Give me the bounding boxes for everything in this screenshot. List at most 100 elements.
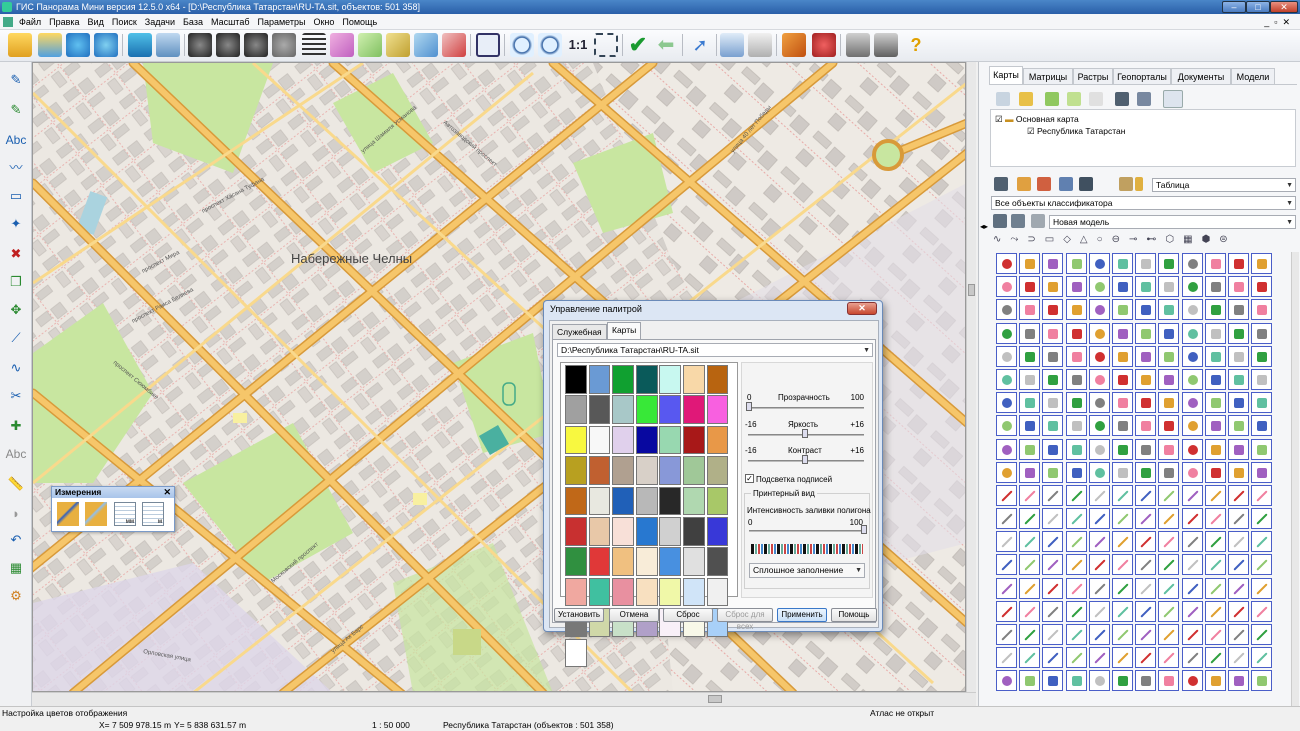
map-list-icon[interactable] (156, 33, 180, 57)
route-pin-icon[interactable] (812, 33, 836, 57)
symbol-cell[interactable] (1227, 276, 1249, 298)
symbol-cell[interactable] (1251, 577, 1273, 599)
symbol-cell[interactable] (996, 577, 1017, 599)
symbol-cell[interactable] (1111, 484, 1133, 506)
symbol-cell[interactable] (996, 438, 1017, 460)
symbol-cell[interactable] (1204, 577, 1226, 599)
symbol-cell[interactable] (1135, 415, 1157, 437)
symbol-cell[interactable] (1227, 299, 1249, 321)
symbol-cell[interactable] (1158, 253, 1180, 274)
symbol-cell[interactable] (996, 345, 1017, 367)
model-icon-2[interactable] (1011, 214, 1025, 228)
symbol-cell[interactable] (1135, 554, 1157, 576)
symbol-cell[interactable] (1065, 253, 1087, 274)
menu-search[interactable]: Поиск (108, 14, 141, 30)
symbol-cell[interactable] (1111, 299, 1133, 321)
symbol-cell[interactable] (1019, 577, 1041, 599)
model-icon-3[interactable] (1031, 214, 1045, 228)
symbol-cell[interactable] (1065, 299, 1087, 321)
symbol-cell[interactable] (1251, 624, 1273, 645)
symbol-cell[interactable] (1135, 461, 1157, 483)
symbol-cell[interactable] (1227, 647, 1249, 669)
symbol-cell[interactable] (1227, 484, 1249, 506)
symbol-cell[interactable] (1088, 670, 1110, 692)
select-object-icon[interactable] (358, 33, 382, 57)
symbol-cell[interactable] (1088, 600, 1110, 622)
back-arrow-icon[interactable]: ⬅ (654, 33, 678, 57)
symbol-cell[interactable] (1019, 345, 1041, 367)
symbol-cell[interactable] (1135, 299, 1157, 321)
symbol-cell[interactable] (1251, 276, 1273, 298)
symbol-cell[interactable] (1227, 600, 1249, 622)
symbol-cell[interactable] (1088, 368, 1110, 390)
rectangle-icon[interactable]: ▭ (3, 184, 29, 208)
symbol-cell[interactable] (1158, 461, 1180, 483)
globe-icon[interactable] (66, 33, 90, 57)
symbol-cell[interactable] (1088, 253, 1110, 274)
symbol-cell[interactable] (1111, 624, 1133, 645)
menu-edit[interactable]: Правка (45, 14, 83, 30)
palette-swatch[interactable] (706, 365, 729, 394)
symbol-cell[interactable] (1251, 461, 1273, 483)
pen-icon[interactable]: ✎ (3, 68, 29, 92)
tab-maps[interactable]: Карты (989, 66, 1023, 84)
panel-collapse-arrow[interactable]: ◂▸ (980, 222, 988, 231)
symbol-cell[interactable] (1019, 392, 1041, 414)
menu-database[interactable]: База (179, 14, 207, 30)
symbol-cell[interactable] (1065, 531, 1087, 553)
palette-swatch[interactable] (612, 547, 634, 576)
reset-button[interactable]: Сброс (663, 608, 713, 622)
menu-scale[interactable]: Масштаб (207, 14, 254, 30)
symbol-cell[interactable] (1042, 392, 1064, 414)
palette-swatch[interactable] (612, 365, 634, 394)
symbol-cell[interactable] (1019, 368, 1041, 390)
symbol-cell[interactable] (1042, 554, 1064, 576)
palette-swatch[interactable] (588, 456, 611, 485)
symbol-cell[interactable] (1135, 345, 1157, 367)
symbol-cell[interactable] (1204, 299, 1226, 321)
sort-icon[interactable] (1119, 177, 1133, 191)
set-button[interactable]: Установить (554, 608, 604, 622)
symbol-cell[interactable] (1019, 253, 1041, 274)
symbol-scrollbar[interactable] (1291, 252, 1299, 706)
symbol-cell[interactable] (1135, 484, 1157, 506)
close-button[interactable]: ✕ (1270, 1, 1298, 13)
symbol-cell[interactable] (1181, 577, 1203, 599)
symbol-cell[interactable] (1158, 276, 1180, 298)
symbol-cell[interactable] (1088, 438, 1110, 460)
symbol-cell[interactable] (996, 253, 1017, 274)
text-tool-icon[interactable] (748, 33, 772, 57)
symbol-cell[interactable] (1042, 531, 1064, 553)
zoom-out-icon[interactable] (510, 33, 534, 57)
cancel-button[interactable]: Отмена (609, 608, 659, 622)
open-folder-icon[interactable] (8, 33, 32, 57)
palette-swatch[interactable] (635, 577, 658, 607)
symbol-cell[interactable] (1251, 392, 1273, 414)
palette-swatch[interactable] (682, 577, 705, 607)
symbol-cell[interactable] (1158, 484, 1180, 506)
settings-gear-icon[interactable]: ⚙ (3, 584, 29, 608)
symbol-cell[interactable] (1065, 670, 1087, 692)
symbol-cell[interactable] (1158, 368, 1180, 390)
symbol-cell[interactable] (1111, 322, 1133, 344)
fill-intensity-thumb[interactable] (861, 525, 867, 534)
symbol-cell[interactable] (1158, 415, 1180, 437)
binoculars-icon[interactable] (188, 33, 212, 57)
symbol-cell[interactable] (1135, 508, 1157, 530)
measure-mm-grid-icon[interactable]: мм (114, 502, 136, 526)
symbol-cell[interactable] (1227, 508, 1249, 530)
symbol-cell[interactable] (1227, 461, 1249, 483)
symbol-cell[interactable] (1251, 484, 1273, 506)
symbol-cell[interactable] (1042, 600, 1064, 622)
symbol-cell[interactable] (1227, 322, 1249, 344)
map-props-icon[interactable] (1115, 92, 1129, 106)
symbol-cell[interactable] (1065, 322, 1087, 344)
symbol-cell[interactable] (1088, 345, 1110, 367)
symbol-cell[interactable] (1181, 345, 1203, 367)
symbol-cell[interactable] (1227, 345, 1249, 367)
symbol-cell[interactable] (1042, 484, 1064, 506)
map-horizontal-scrollbar[interactable] (32, 692, 976, 706)
zoom-extent-icon[interactable] (594, 33, 618, 57)
measure-close-icon[interactable]: ✕ (163, 487, 171, 498)
symbol-cell[interactable] (1042, 508, 1064, 530)
